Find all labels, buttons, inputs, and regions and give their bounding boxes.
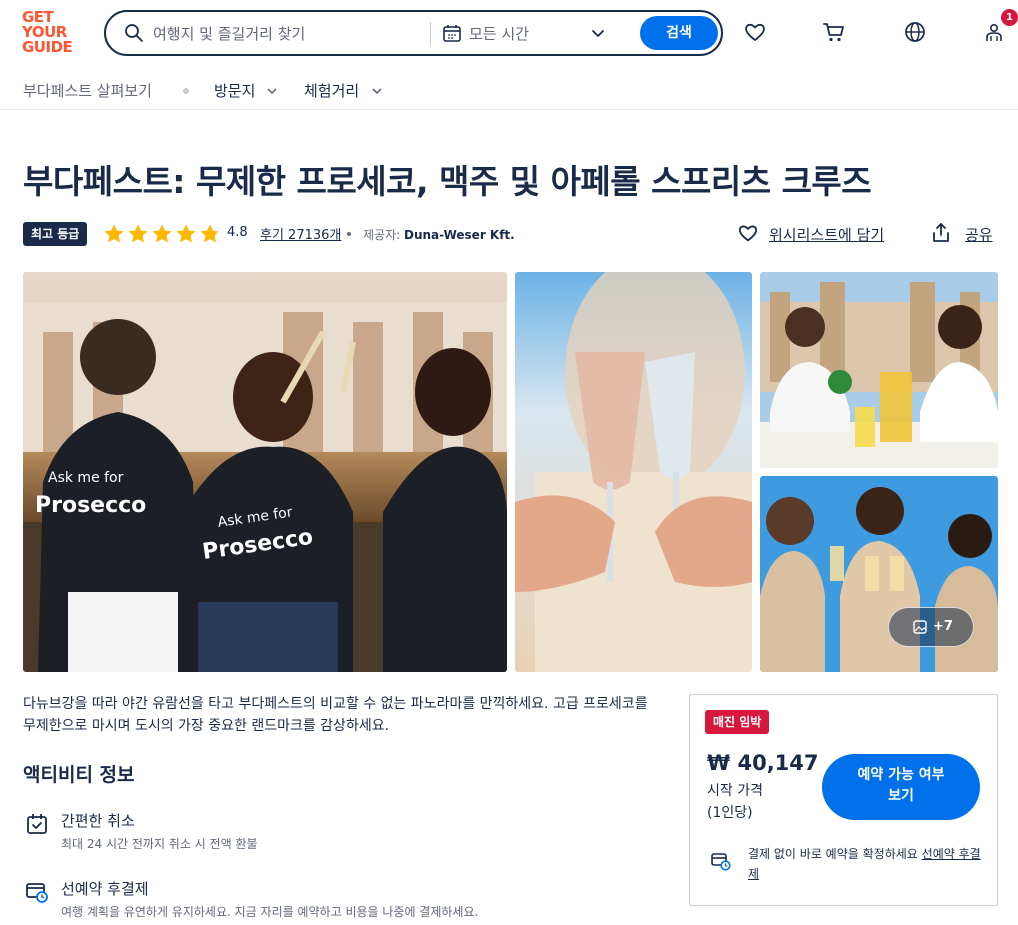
date-picker[interactable]: 모든 시간 xyxy=(469,23,529,44)
price-from-label: 시작 가격 xyxy=(707,783,763,799)
image-icon xyxy=(913,620,927,634)
check-availability-button[interactable]: 예약 가능 여부 보기 xyxy=(822,754,980,820)
reviews-link[interactable]: 후기 27136개 xyxy=(260,224,341,243)
gallery-image-cheers[interactable] xyxy=(515,272,752,672)
share-icon xyxy=(933,223,949,242)
provider-info: 제공자: Duna-Weser Kft. xyxy=(363,226,515,243)
activity-info-title: 액티비티 정보 xyxy=(23,764,135,786)
cta-line: 보기 xyxy=(888,788,914,804)
breadcrumb-separator xyxy=(183,88,189,94)
nav-item-places[interactable]: 방문지 xyxy=(214,80,255,101)
more-photos-count: +7 xyxy=(933,619,953,634)
top-rated-badge: 최고 등급 xyxy=(23,222,88,246)
globe-icon[interactable] xyxy=(903,20,927,44)
heart-icon xyxy=(738,225,758,242)
card-clock-icon xyxy=(711,853,731,871)
wishlist-label[interactable]: 위시리스트에 담기 xyxy=(769,224,884,245)
sub-navigation: 부다페스트 살펴보기 방문지 체험거리 xyxy=(0,76,1018,110)
feature-title: 간편한 취소 xyxy=(61,812,135,830)
share-button[interactable]: 공유 xyxy=(931,222,1011,246)
reserve-text: 결제 없이 바로 예약을 확정하세요 xyxy=(748,847,918,861)
search-bar[interactable]: 여행지 및 즐길거리 찾기 모든 시간 검색 xyxy=(104,10,723,56)
chevron-down-icon[interactable] xyxy=(590,25,606,41)
feature-title: 선예약 후결제 xyxy=(61,880,149,898)
likely-to-sell-out-badge: 매진 임박 xyxy=(705,710,770,734)
search-divider xyxy=(430,22,431,46)
star-icon xyxy=(176,224,196,243)
booking-card: 매진 임박 ₩ 40,147 시작 가격 (1인당) 예약 가능 여부 보기 결… xyxy=(689,694,998,906)
feature-reserve-now-pay-later: 선예약 후결제 여행 계획을 유연하게 유지하세요. 지금 자리를 예약하고 비… xyxy=(23,878,623,922)
cta-line: 예약 가능 여부 xyxy=(857,767,945,783)
activity-description: 다뉴브강을 따라 야간 유람선을 타고 부다페스트의 비교할 수 없는 파노라마… xyxy=(23,696,648,734)
card-clock-icon xyxy=(26,883,48,903)
reserve-info: 결제 없이 바로 예약을 확정하세요 선예약 후결제 xyxy=(748,844,984,884)
search-button[interactable]: 검색 xyxy=(640,16,718,50)
price-per-person: (1인당) xyxy=(707,805,753,821)
photo-glasses-cheers xyxy=(515,272,752,672)
cart-count-badge: 1 xyxy=(1001,9,1018,26)
star-icon xyxy=(200,224,220,243)
calendar-check-icon xyxy=(27,814,47,834)
calendar-icon xyxy=(443,25,461,42)
search-input[interactable]: 여행지 및 즐길거리 찾기 xyxy=(153,23,305,44)
photo-staff-prosecco: Ask me for Prosecco Ask me for Prosecco xyxy=(23,272,507,672)
separator-dot xyxy=(347,232,351,236)
top-header: GET YOUR GUIDE 여행지 및 즐길거리 찾기 모든 시간 검색 1 xyxy=(0,0,1018,66)
star-icon xyxy=(128,224,148,243)
rating-value: 4.8 xyxy=(227,225,248,240)
nav-item-things-to-do[interactable]: 체험거리 xyxy=(304,80,359,101)
rating-row: 최고 등급 4.8 후기 27136개 제공자: Duna-Weser Kft.… xyxy=(23,220,1003,248)
provider-label: 제공자: xyxy=(363,228,401,242)
logo-line: GUIDE xyxy=(22,38,73,56)
chevron-down-icon[interactable] xyxy=(266,85,278,97)
photo-women-drinks xyxy=(760,272,998,468)
feature-free-cancellation: 간편한 취소 최대 24 시간 전까지 취소 시 전액 환불 xyxy=(23,810,623,854)
heart-icon[interactable] xyxy=(743,20,767,44)
star-icon xyxy=(104,224,124,243)
feature-subtitle: 여행 계획을 유연하게 유지하세요. 지금 자리를 예약하고 비용을 나중에 결… xyxy=(61,905,479,919)
provider-name: Duna-Weser Kft. xyxy=(404,228,515,242)
svg-text:Prosecco: Prosecco xyxy=(35,493,146,518)
getyourguide-logo[interactable]: GET YOUR GUIDE xyxy=(22,10,82,56)
chevron-down-icon[interactable] xyxy=(371,85,383,97)
cart-icon[interactable] xyxy=(822,20,846,44)
user-group-icon[interactable] xyxy=(982,20,1006,44)
page-title: 부다페스트: 무제한 프로세코, 맥주 및 아페롤 스프리츠 크루즈 xyxy=(23,162,872,201)
gallery-image-main[interactable]: Ask me for Prosecco Ask me for Prosecco xyxy=(23,272,507,672)
share-label[interactable]: 공유 xyxy=(965,224,993,245)
feature-subtitle: 최대 24 시간 전까지 취소 시 전액 환불 xyxy=(61,837,258,851)
search-icon xyxy=(125,24,143,42)
star-icon xyxy=(152,224,172,243)
more-photos-button[interactable]: +7 xyxy=(888,607,974,647)
gallery-image-women[interactable] xyxy=(760,272,998,468)
svg-text:Ask me for: Ask me for xyxy=(48,470,124,486)
breadcrumb-explore[interactable]: 부다페스트 살펴보기 xyxy=(23,80,152,101)
price: ₩ 40,147 xyxy=(707,751,819,775)
